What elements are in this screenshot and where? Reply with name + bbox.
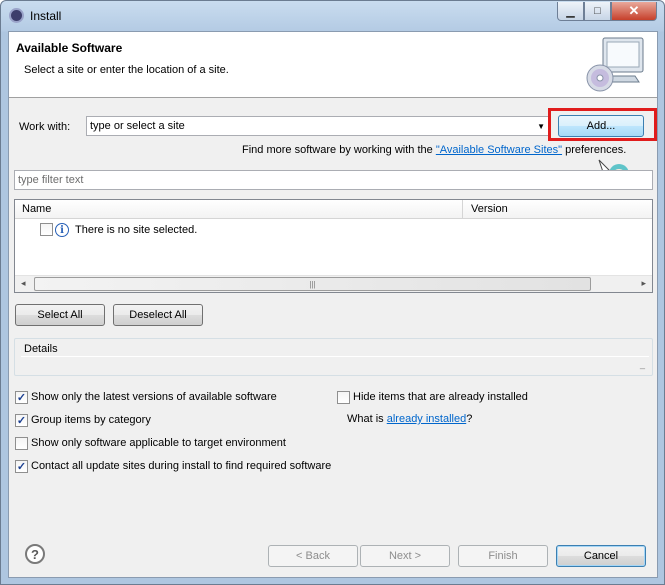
info-icon: i bbox=[55, 223, 69, 237]
select-all-button[interactable]: Select All bbox=[15, 304, 105, 326]
contact-sites-checkbox[interactable]: ✓ bbox=[15, 460, 28, 473]
target-environment-label[interactable]: Show only software applicable to target … bbox=[31, 437, 286, 449]
eclipse-app-icon bbox=[9, 8, 24, 23]
horizontal-scrollbar[interactable]: ◂ ||| ▸ bbox=[15, 275, 652, 292]
check-icon: ✓ bbox=[16, 461, 27, 473]
page-description: Select a site or enter the location of a… bbox=[24, 64, 229, 76]
software-table[interactable]: Name Version i There is no site selected… bbox=[14, 199, 653, 293]
work-with-label: Work with: bbox=[19, 121, 71, 133]
column-header-name[interactable]: Name bbox=[22, 203, 51, 215]
back-button[interactable]: < Back bbox=[268, 545, 358, 567]
scroll-thumb[interactable]: ||| bbox=[34, 277, 591, 291]
maximize-button[interactable]: □ bbox=[584, 2, 611, 21]
what-is-installed-text: What is already installed? bbox=[347, 413, 472, 425]
check-icon: ✓ bbox=[16, 415, 27, 427]
details-scroll-marker: _ bbox=[639, 359, 645, 369]
page-title: Available Software bbox=[16, 41, 123, 55]
target-environment-checkbox[interactable] bbox=[15, 437, 28, 450]
help-icon[interactable]: ? bbox=[25, 544, 45, 564]
close-button[interactable]: ✕ bbox=[611, 2, 657, 21]
check-icon: ✓ bbox=[16, 392, 27, 404]
work-with-combo[interactable]: type or select a site ▼ bbox=[86, 116, 550, 136]
minimize-button[interactable]: ▁ bbox=[557, 2, 584, 21]
contact-sites-label[interactable]: Contact all update sites during install … bbox=[31, 460, 331, 472]
find-more-prefix: Find more software by working with the bbox=[242, 144, 436, 156]
hide-installed-checkbox[interactable] bbox=[337, 391, 350, 404]
no-site-message: There is no site selected. bbox=[75, 224, 198, 236]
work-with-value: type or select a site bbox=[90, 120, 185, 132]
available-software-sites-link[interactable]: "Available Software Sites" bbox=[436, 144, 562, 156]
hide-installed-label[interactable]: Hide items that are already installed bbox=[353, 391, 528, 403]
filter-input[interactable]: type filter text bbox=[14, 170, 653, 190]
what-is-suffix: ? bbox=[466, 413, 473, 425]
cancel-button[interactable]: Cancel bbox=[556, 545, 646, 567]
column-divider[interactable] bbox=[462, 200, 463, 219]
latest-versions-label[interactable]: Show only the latest versions of availab… bbox=[31, 391, 277, 403]
filter-placeholder: type filter text bbox=[18, 174, 84, 186]
window-title: Install bbox=[30, 9, 62, 23]
find-more-suffix: preferences. bbox=[562, 144, 627, 156]
row-checkbox[interactable] bbox=[40, 223, 53, 236]
find-more-text: Find more software by working with the "… bbox=[242, 144, 626, 156]
install-window: Install ▁ □ ✕ Available Software Select … bbox=[0, 0, 665, 585]
finish-button[interactable]: Finish bbox=[458, 545, 548, 567]
what-is-prefix: What is bbox=[347, 413, 387, 425]
dialog-body: Available Software Select a site or ente… bbox=[8, 31, 658, 578]
title-bar[interactable]: Install ▁ □ ✕ bbox=[1, 1, 664, 31]
details-label: Details bbox=[23, 343, 59, 355]
next-button[interactable]: Next > bbox=[360, 545, 450, 567]
add-site-button[interactable]: Add... bbox=[558, 115, 644, 137]
table-header: Name Version bbox=[15, 200, 652, 219]
column-header-version[interactable]: Version bbox=[471, 203, 508, 215]
dropdown-arrow-icon[interactable]: ▼ bbox=[537, 122, 545, 131]
details-text-area: _ bbox=[21, 356, 649, 373]
group-by-category-checkbox[interactable]: ✓ bbox=[15, 414, 28, 427]
already-installed-link[interactable]: already installed bbox=[387, 413, 467, 425]
computer-cd-icon bbox=[586, 37, 644, 92]
wizard-header: Available Software Select a site or ente… bbox=[9, 32, 657, 98]
deselect-all-button[interactable]: Deselect All bbox=[113, 304, 203, 326]
scroll-left-icon[interactable]: ◂ bbox=[21, 278, 26, 289]
scroll-right-icon[interactable]: ▸ bbox=[641, 278, 646, 289]
table-row[interactable]: i There is no site selected. bbox=[15, 220, 652, 240]
latest-versions-checkbox[interactable]: ✓ bbox=[15, 391, 28, 404]
group-by-category-label[interactable]: Group items by category bbox=[31, 414, 151, 426]
